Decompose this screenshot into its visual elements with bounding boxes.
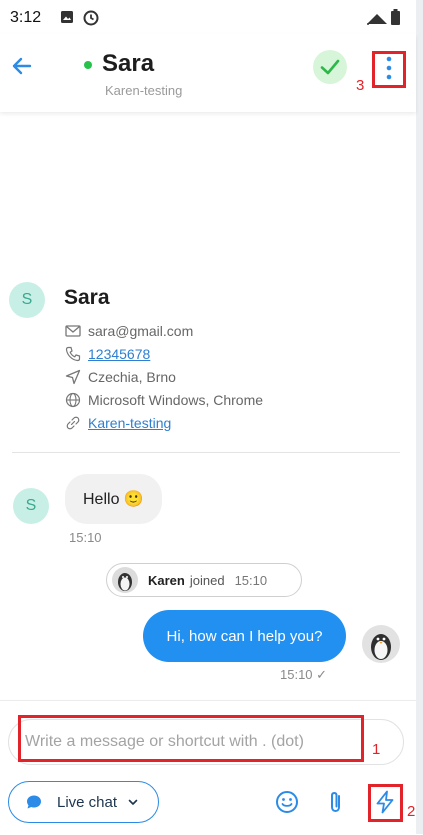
- contact-system-row: Microsoft Windows, Chrome: [64, 390, 263, 410]
- contact-location: Czechia, Brno: [88, 369, 176, 385]
- agent-avatar: [362, 625, 400, 663]
- emoji-button[interactable]: [274, 789, 300, 815]
- annotation-box-3: [372, 51, 406, 88]
- annotation-box-2: [368, 784, 403, 822]
- email-icon: [65, 325, 81, 337]
- online-status-dot: [84, 61, 92, 69]
- outgoing-message-bubble: Hi, how can I help you?: [143, 610, 346, 662]
- annotation-label-3: 3: [356, 77, 365, 94]
- paperclip-icon: [331, 791, 340, 813]
- incoming-message-bubble: Hello 🙂: [65, 474, 162, 524]
- back-arrow-icon[interactable]: [8, 52, 36, 80]
- karen-avatar: [112, 567, 138, 593]
- chat-header: Sara Karen-testing: [0, 34, 416, 112]
- joined-agent-name: Karen: [148, 572, 185, 588]
- status-bar: 3:12: [0, 0, 423, 34]
- annotation-label-1: 1: [372, 741, 381, 758]
- contact-group-link[interactable]: Karen-testing: [88, 415, 171, 431]
- contact-system: Microsoft Windows, Chrome: [88, 392, 264, 408]
- live-chat-dropdown[interactable]: Live chat: [8, 781, 159, 823]
- contact-email-row: sara@gmail.com: [64, 321, 193, 341]
- agent-joined-event: Karen joined 15:10: [106, 563, 302, 597]
- incoming-avatar: S: [13, 488, 49, 524]
- battery-icon: [391, 9, 400, 30]
- chevron-down-icon: [128, 799, 138, 805]
- contact-group-row: Karen-testing: [64, 413, 171, 433]
- incoming-message-time: 15:10: [69, 530, 102, 545]
- section-divider: [12, 452, 400, 453]
- image-notification-icon: [60, 10, 74, 29]
- wifi-icon: [366, 12, 388, 31]
- chat-subtitle-group: Karen-testing: [105, 83, 183, 98]
- contact-phone-row: 12345678: [64, 344, 150, 364]
- location-arrow-icon: [65, 369, 81, 385]
- contact-name: Sara: [64, 286, 110, 309]
- live-chat-label: Live chat: [57, 793, 118, 811]
- contact-email: sara@gmail.com: [88, 323, 194, 339]
- joined-time: 15:10: [234, 572, 268, 588]
- contact-avatar: S: [9, 282, 45, 318]
- checkmark-icon: [320, 59, 340, 75]
- attach-file-button[interactable]: [323, 789, 349, 815]
- phone-icon: [65, 346, 81, 362]
- chat-bubble-icon: [27, 795, 41, 809]
- joined-text: joined: [189, 572, 225, 588]
- clock-notification-icon: [83, 10, 99, 31]
- scroll-track: [416, 0, 423, 834]
- status-time: 3:12: [10, 9, 42, 26]
- globe-icon: [65, 392, 81, 408]
- contact-location-row: Czechia, Brno: [64, 367, 176, 387]
- contact-phone-link[interactable]: 12345678: [88, 346, 150, 362]
- annotation-box-1: [18, 715, 364, 762]
- resolve-chat-button[interactable]: [313, 50, 347, 84]
- outgoing-message-time: 15:10 ✓: [280, 667, 328, 682]
- smiley-icon: [276, 791, 298, 813]
- chat-title: Sara: [102, 50, 155, 77]
- annotation-label-2: 2: [407, 803, 416, 820]
- link-icon: [66, 416, 80, 430]
